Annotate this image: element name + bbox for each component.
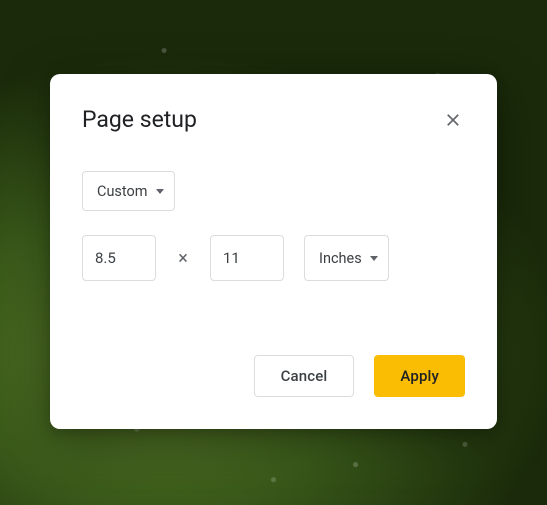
unit-dropdown-label: Inches [319,250,362,267]
dialog-title: Page setup [82,106,197,133]
chevron-down-icon [370,256,378,261]
preset-dropdown-label: Custom [97,183,148,200]
dialog-footer: Cancel Apply [82,355,465,397]
close-button[interactable] [441,108,465,132]
preset-dropdown[interactable]: Custom [82,171,175,211]
dimension-separator: × [176,248,190,269]
close-icon [443,110,463,130]
page-setup-dialog: Page setup Custom × Inches Cancel Apply [50,74,497,429]
dimensions-row: × Inches [82,235,465,281]
chevron-down-icon [156,189,164,194]
cancel-button[interactable]: Cancel [254,355,355,397]
dialog-header: Page setup [82,106,465,133]
unit-dropdown[interactable]: Inches [304,235,389,281]
height-input[interactable] [210,235,284,281]
preset-row: Custom [82,171,465,211]
width-input[interactable] [82,235,156,281]
apply-button[interactable]: Apply [374,355,465,397]
